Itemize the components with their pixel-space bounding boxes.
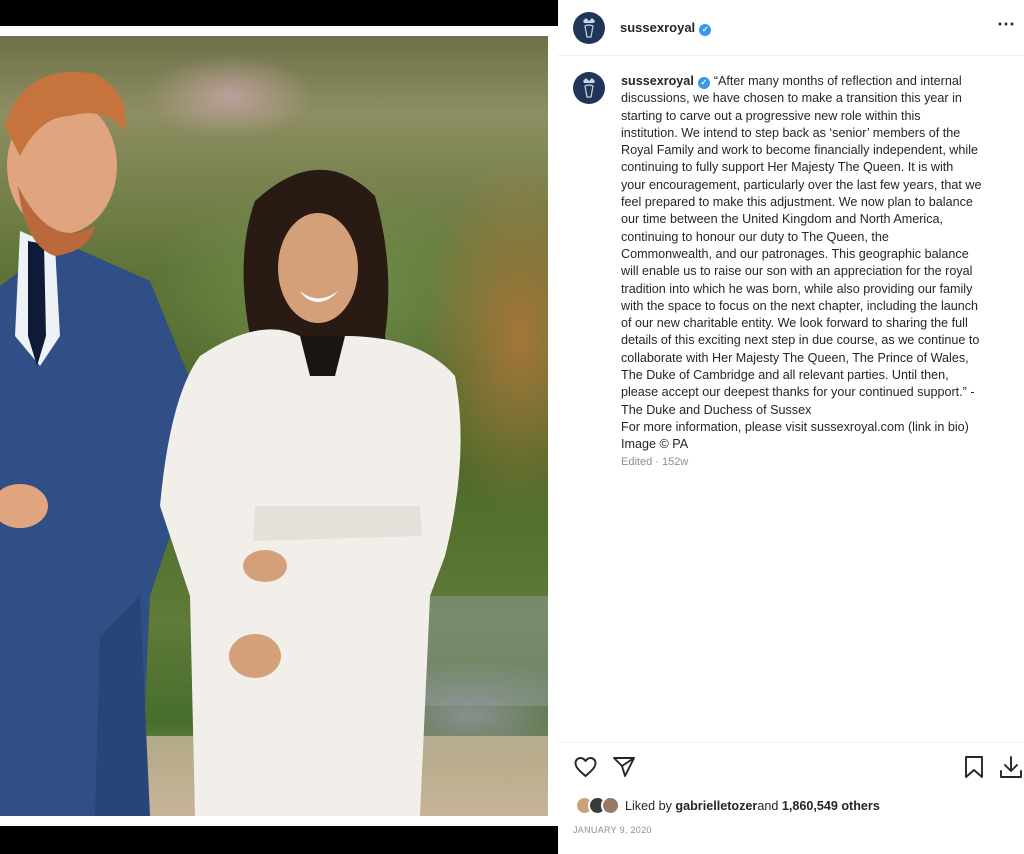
caption-line: The Duke and Duchess of Sussex	[621, 402, 812, 417]
crest-icon	[583, 78, 595, 98]
caption-line: The Duke of Cambridge and all relevant p…	[621, 368, 949, 383]
header-username-text[interactable]: sussexroyal	[620, 20, 695, 35]
caption-line: our time between the United Kingdom and …	[621, 212, 944, 227]
liker-avatar	[601, 796, 620, 815]
liked-and: and	[757, 799, 779, 813]
photo-frame	[0, 26, 558, 826]
caption-line: tradition into which he was born, while …	[621, 281, 973, 296]
liker-avatars	[575, 796, 625, 816]
image-credit: Image © PA	[621, 437, 689, 452]
post-photo[interactable]	[0, 36, 548, 816]
edited-timestamp[interactable]: Edited · 152w	[621, 454, 1016, 471]
more-info-text: For more information, please visit susse…	[621, 419, 969, 434]
likes-count[interactable]: 1,860,549 others	[782, 799, 880, 813]
caption-line: discussions, we have chosen to make a tr…	[621, 91, 962, 106]
post-header: sussexroyal ✓ ⋯	[558, 0, 1024, 56]
caption-line: “After many months of reflection and int…	[713, 74, 962, 88]
couple-illustration	[0, 71, 548, 816]
caption-line: Royal Family and work to become financia…	[621, 143, 979, 158]
action-bar	[558, 742, 1024, 790]
post-date[interactable]: JANUARY 9, 2020	[573, 825, 652, 835]
caption-username[interactable]: sussexroyal ✓	[621, 74, 710, 89]
caption-line: collaborate with Her Majesty The Queen, …	[621, 350, 969, 365]
post-caption: sussexroyal ✓ “After many months of reflec…	[621, 73, 1016, 471]
caption-line: please accept our deepest thanks for you…	[621, 385, 975, 400]
caption-line: Commonwealth, and our patronages. This g…	[621, 246, 969, 261]
liked-by-label: Liked by	[625, 799, 672, 813]
caption-line: details of this exciting next step in du…	[621, 333, 980, 348]
heart-icon[interactable]	[573, 755, 598, 779]
media-panel	[0, 0, 558, 854]
verified-badge-icon: ✓	[699, 24, 712, 36]
likes-summary[interactable]: Liked by gabrielletozer and 1,860,549 ot…	[575, 795, 880, 817]
caption-body: sussexroyal ✓ “After many months of reflec…	[621, 73, 1016, 419]
profile-avatar[interactable]	[573, 12, 605, 44]
caption-avatar[interactable]	[573, 72, 605, 104]
caption-line: your encouragement, particularly over th…	[621, 177, 982, 192]
woman-figure	[160, 169, 461, 816]
caption-line: of our new charitable entity. We look fo…	[621, 316, 968, 331]
caption-line: institution. We intend to step back as ‘…	[621, 125, 961, 140]
caption-line: continuing to fully support Her Majesty …	[621, 160, 954, 175]
caption-line: feel prepared to make this adjustment. W…	[621, 195, 973, 210]
download-icon[interactable]	[999, 755, 1023, 779]
crest-icon	[583, 18, 595, 38]
caption-line: continuing to honour our duty to The Que…	[621, 229, 889, 244]
share-icon[interactable]	[612, 755, 636, 779]
verified-badge-icon: ✓	[697, 77, 710, 89]
caption-line: with the space to focus on the next chap…	[621, 298, 979, 313]
post-panel: sussexroyal ✓ ⋯ sussexroyal ✓ “After many m…	[558, 0, 1024, 854]
liked-by-user[interactable]: gabrielletozer	[675, 799, 757, 813]
header-username[interactable]: sussexroyal ✓	[620, 20, 712, 36]
caption-line: starting to carve out a progressive new …	[621, 108, 921, 123]
caption-line: will enable us to raise our son with an …	[621, 264, 973, 279]
bookmark-icon[interactable]	[963, 755, 985, 779]
more-options-icon[interactable]: ⋯	[997, 14, 1016, 35]
caption-username-text[interactable]: sussexroyal	[621, 74, 694, 88]
